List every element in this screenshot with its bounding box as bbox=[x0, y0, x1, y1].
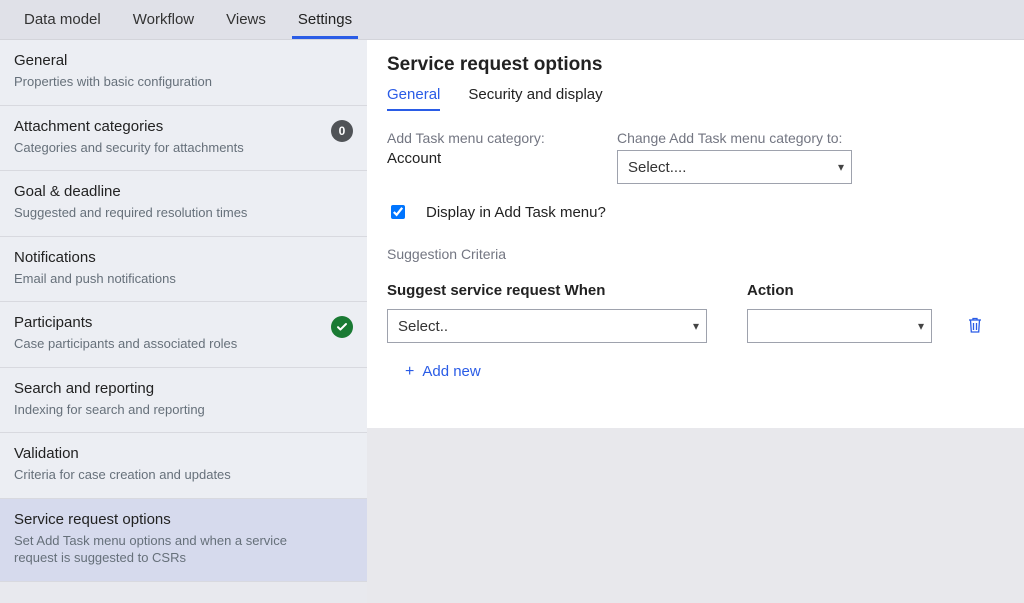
action-select[interactable] bbox=[747, 309, 932, 343]
sidebar-item-subtitle: Categories and security for attachments bbox=[14, 139, 353, 157]
sidebar-item-goal-deadline[interactable]: Goal & deadline Suggested and required re… bbox=[0, 171, 367, 237]
sidebar-item-service-request-options[interactable]: Service request options Set Add Task menu… bbox=[0, 499, 367, 582]
delete-row-button[interactable] bbox=[963, 312, 987, 341]
top-tab-settings[interactable]: Settings bbox=[282, 0, 368, 39]
sidebar-item-title: Notifications bbox=[14, 249, 353, 266]
change-category-label: Change Add Task menu category to: bbox=[617, 130, 852, 146]
action-header: Action bbox=[747, 282, 947, 299]
sidebar-item-title: Validation bbox=[14, 445, 353, 462]
panel-subtabs: General Security and display bbox=[387, 82, 1004, 112]
when-select[interactable]: Select.. bbox=[387, 309, 707, 343]
sidebar-item-title: Attachment categories bbox=[14, 118, 353, 135]
sidebar-item-title: Search and reporting bbox=[14, 380, 353, 397]
top-tab-data-model[interactable]: Data model bbox=[8, 0, 117, 39]
top-tabs: Data modelWorkflowViewsSettings bbox=[0, 0, 1024, 40]
display-in-add-task-checkbox[interactable] bbox=[391, 205, 405, 219]
when-header: Suggest service request When bbox=[387, 282, 747, 299]
plus-icon: + bbox=[405, 364, 414, 380]
count-badge: 0 bbox=[331, 120, 353, 142]
sidebar-item-title: Goal & deadline bbox=[14, 183, 353, 200]
sidebar-item-subtitle: Case participants and associated roles bbox=[14, 335, 353, 353]
sidebar-item-title: Service request options bbox=[14, 511, 353, 528]
sidebar-item-search-and-reporting[interactable]: Search and reporting Indexing for search … bbox=[0, 368, 367, 434]
current-category-value: Account bbox=[387, 150, 587, 167]
sidebar-item-attachment-categories[interactable]: Attachment categories Categories and secu… bbox=[0, 106, 367, 172]
sidebar-item-subtitle: Criteria for case creation and updates bbox=[14, 466, 353, 484]
sidebar-item-notifications[interactable]: Notifications Email and push notification… bbox=[0, 237, 367, 303]
suggestion-criteria-label: Suggestion Criteria bbox=[387, 246, 1004, 262]
sidebar-item-subtitle: Set Add Task menu options and when a ser… bbox=[14, 532, 353, 567]
sidebar-item-validation[interactable]: Validation Criteria for case creation and… bbox=[0, 433, 367, 499]
criteria-row: Select.. bbox=[387, 309, 1004, 343]
sidebar-item-title: General bbox=[14, 52, 353, 69]
trash-icon bbox=[967, 322, 983, 337]
sidebar-item-title: Participants bbox=[14, 314, 353, 331]
add-new-button[interactable]: + Add new bbox=[387, 359, 481, 384]
add-new-label: Add new bbox=[422, 363, 480, 380]
subtab-security-and-display[interactable]: Security and display bbox=[468, 82, 602, 111]
sidebar-item-subtitle: Indexing for search and reporting bbox=[14, 401, 353, 419]
settings-sidebar: General Properties with basic configurati… bbox=[0, 40, 367, 603]
sidebar-item-subtitle: Email and push notifications bbox=[14, 270, 353, 288]
service-request-options-panel: Service request options General Security … bbox=[367, 40, 1024, 428]
display-in-add-task-label: Display in Add Task menu? bbox=[426, 204, 606, 221]
current-category-label: Add Task menu category: bbox=[387, 130, 587, 146]
change-category-select[interactable]: Select.... bbox=[617, 150, 852, 184]
sidebar-item-participants[interactable]: Participants Case participants and associ… bbox=[0, 302, 367, 368]
sidebar-item-subtitle: Properties with basic configuration bbox=[14, 73, 353, 91]
sidebar-item-subtitle: Suggested and required resolution times bbox=[14, 204, 353, 222]
sidebar-item-general[interactable]: General Properties with basic configurati… bbox=[0, 40, 367, 106]
top-tab-workflow[interactable]: Workflow bbox=[117, 0, 210, 39]
panel-title: Service request options bbox=[387, 54, 1004, 76]
top-tab-views[interactable]: Views bbox=[210, 0, 282, 39]
subtab-general[interactable]: General bbox=[387, 82, 440, 111]
